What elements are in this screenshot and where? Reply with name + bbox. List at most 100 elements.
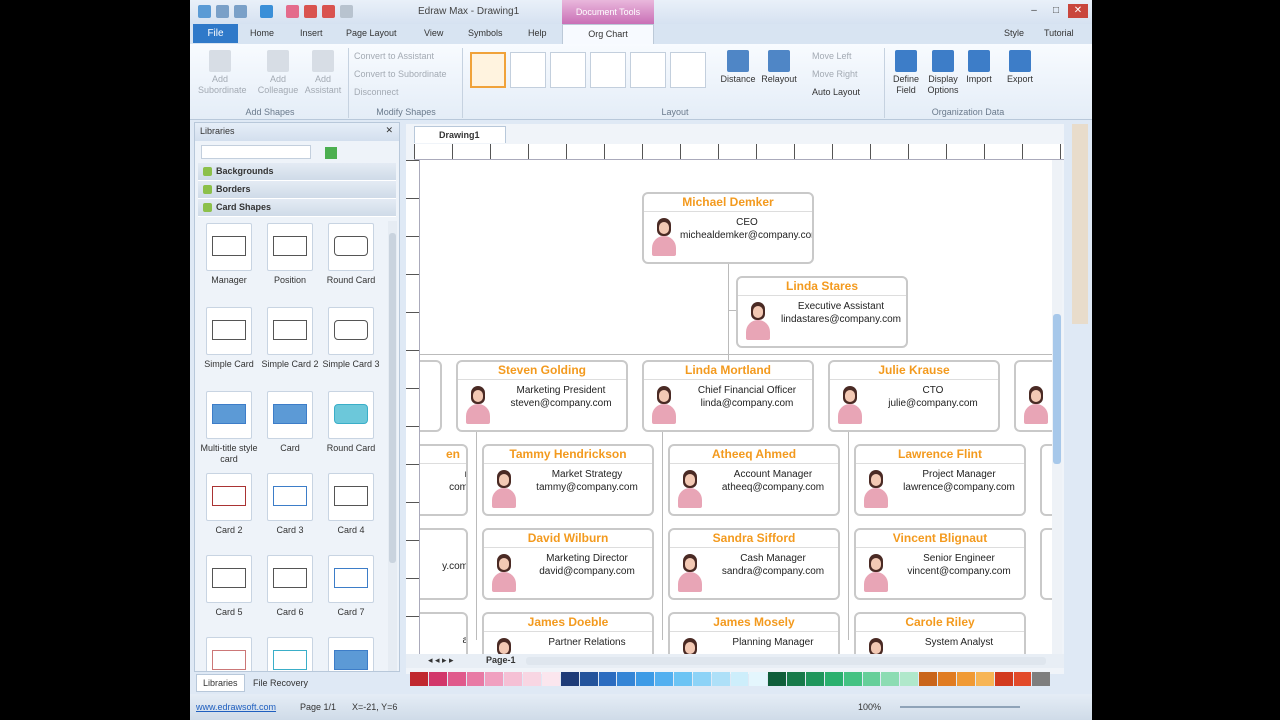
shape-simple-card-3[interactable]: Simple Card 3: [321, 307, 381, 370]
palette-swatch[interactable]: [655, 672, 674, 686]
redo-icon[interactable]: [234, 5, 247, 18]
shape-simple-card[interactable]: Simple Card: [199, 307, 259, 370]
distance-button[interactable]: Distance: [718, 50, 758, 85]
close-icon[interactable]: ✕: [385, 125, 393, 136]
minimize-button[interactable]: –: [1024, 4, 1044, 18]
palette-swatch[interactable]: [843, 672, 862, 686]
shape-card-10[interactable]: [321, 637, 381, 671]
palette-swatch[interactable]: [975, 672, 994, 686]
org-card-partial[interactable]: y.com: [420, 528, 468, 600]
disconnect-button[interactable]: Disconnect: [354, 87, 399, 97]
right-dock-panels[interactable]: [1072, 124, 1088, 324]
layout-option-2[interactable]: [510, 52, 546, 88]
tab-symbols[interactable]: Symbols: [468, 28, 503, 38]
import-button[interactable]: Import: [962, 50, 996, 85]
tab-file-recovery[interactable]: File Recovery: [247, 675, 314, 691]
close-button[interactable]: ✕: [1068, 4, 1088, 18]
canvas-vertical-scrollbar[interactable]: [1052, 160, 1062, 654]
palette-swatch[interactable]: [730, 672, 749, 686]
page-tab[interactable]: Page-1: [486, 655, 516, 665]
shape-card-3[interactable]: Card 3: [260, 473, 320, 536]
tab-view[interactable]: View: [424, 28, 443, 38]
org-card[interactable]: Vincent Blignaut Senior Engineer vincent@c…: [854, 528, 1026, 600]
library-scrollbar[interactable]: [388, 221, 397, 671]
export-button[interactable]: Export: [1002, 50, 1038, 85]
org-card[interactable]: James Mosely Planning Manager: [668, 612, 840, 654]
shape-simple-card-2[interactable]: Simple Card 2: [260, 307, 320, 370]
shape-card-9[interactable]: [260, 637, 320, 671]
org-card[interactable]: Tammy Hendrickson Market Strategy tammy@co…: [482, 444, 654, 516]
tab-drawing1[interactable]: Drawing1: [414, 126, 506, 143]
org-card-partial[interactable]: [1014, 360, 1052, 432]
move-left-button[interactable]: Move Left: [812, 51, 852, 61]
shape-card-5[interactable]: Card 5: [199, 555, 259, 618]
tutorial-menu[interactable]: Tutorial: [1044, 28, 1074, 38]
org-card[interactable]: Steven Golding Marketing President steven@…: [456, 360, 628, 432]
org-card-partial[interactable]: [1040, 528, 1052, 600]
palette-swatch[interactable]: [938, 672, 956, 686]
convert-subordinate-button[interactable]: Convert to Subordinate: [354, 69, 447, 79]
category-backgrounds[interactable]: Backgrounds: [198, 163, 396, 181]
tab-insert[interactable]: Insert: [300, 28, 323, 38]
tab-libraries[interactable]: Libraries: [196, 674, 245, 692]
shape-round-card-2[interactable]: Round Card: [321, 391, 381, 454]
style-menu[interactable]: Style: [1004, 28, 1024, 38]
drawing-canvas[interactable]: Michael Demker CEO michealdemker@company.c…: [420, 160, 1052, 654]
org-card[interactable]: Atheeq Ahmed Account Manager atheeq@compan…: [668, 444, 840, 516]
org-card-partial[interactable]: [1040, 444, 1052, 516]
tab-home[interactable]: Home: [250, 28, 274, 38]
palette-swatch[interactable]: [542, 672, 560, 686]
palette-swatch[interactable]: [806, 672, 824, 686]
category-borders[interactable]: Borders: [198, 181, 396, 199]
palette-swatch[interactable]: [523, 672, 542, 686]
zoom-slider[interactable]: [900, 706, 1020, 708]
org-card[interactable]: Sandra Sifford Cash Manager sandra@company…: [668, 528, 840, 600]
new-icon[interactable]: [260, 5, 273, 18]
org-card-partial[interactable]: a: [420, 612, 468, 654]
palette-swatch[interactable]: [692, 672, 711, 686]
palette-swatch[interactable]: [824, 672, 843, 686]
print-icon[interactable]: [322, 5, 335, 18]
palette-swatch[interactable]: [617, 672, 636, 686]
org-card-partial[interactable]: en r com: [420, 444, 468, 516]
shape-multi-title-card[interactable]: Multi-title style card: [199, 391, 259, 465]
shape-card-4[interactable]: Card 4: [321, 473, 381, 536]
palette-swatch[interactable]: [900, 672, 919, 686]
palette-swatch[interactable]: [466, 672, 485, 686]
website-link[interactable]: www.edrawsoft.com: [196, 702, 276, 712]
palette-swatch[interactable]: [994, 672, 1013, 686]
maximize-button[interactable]: □: [1046, 4, 1066, 18]
org-card[interactable]: Linda Mortland Chief Financial Officer lin…: [642, 360, 814, 432]
palette-swatch[interactable]: [919, 672, 938, 686]
palette-swatch[interactable]: [1032, 672, 1051, 686]
org-card-partial[interactable]: [420, 360, 442, 432]
add-colleague-button[interactable]: Add Colleague: [250, 50, 306, 96]
palette-swatch[interactable]: [956, 672, 975, 686]
shape-card[interactable]: Card: [260, 391, 320, 454]
palette-swatch[interactable]: [598, 672, 617, 686]
shape-round-card[interactable]: Round Card: [321, 223, 381, 286]
palette-swatch[interactable]: [862, 672, 881, 686]
palette-swatch[interactable]: [711, 672, 730, 686]
palette-swatch[interactable]: [881, 672, 900, 686]
define-field-button[interactable]: Define Field: [888, 50, 924, 96]
palette-swatch[interactable]: [504, 672, 523, 686]
add-subordinate-button[interactable]: Add Subordinate: [198, 50, 247, 96]
undo-icon[interactable]: [216, 5, 229, 18]
shape-card-2[interactable]: Card 2: [199, 473, 259, 536]
shape-card-8[interactable]: [199, 637, 259, 671]
palette-swatch[interactable]: [485, 672, 504, 686]
tab-page-layout[interactable]: Page Layout: [346, 28, 397, 38]
horizontal-scrollbar[interactable]: [526, 657, 1046, 665]
palette-swatch[interactable]: [579, 672, 598, 686]
palette-swatch[interactable]: [560, 672, 579, 686]
org-card[interactable]: David Wilburn Marketing Director david@com…: [482, 528, 654, 600]
display-options-button[interactable]: Display Options: [924, 50, 962, 96]
org-card[interactable]: James Doeble Partner Relations: [482, 612, 654, 654]
open-icon[interactable]: [340, 5, 353, 18]
save-icon[interactable]: [286, 5, 299, 18]
tab-help[interactable]: Help: [528, 28, 547, 38]
library-selector[interactable]: [201, 145, 311, 159]
layout-option-3[interactable]: [550, 52, 586, 88]
palette-swatch[interactable]: [1013, 672, 1032, 686]
